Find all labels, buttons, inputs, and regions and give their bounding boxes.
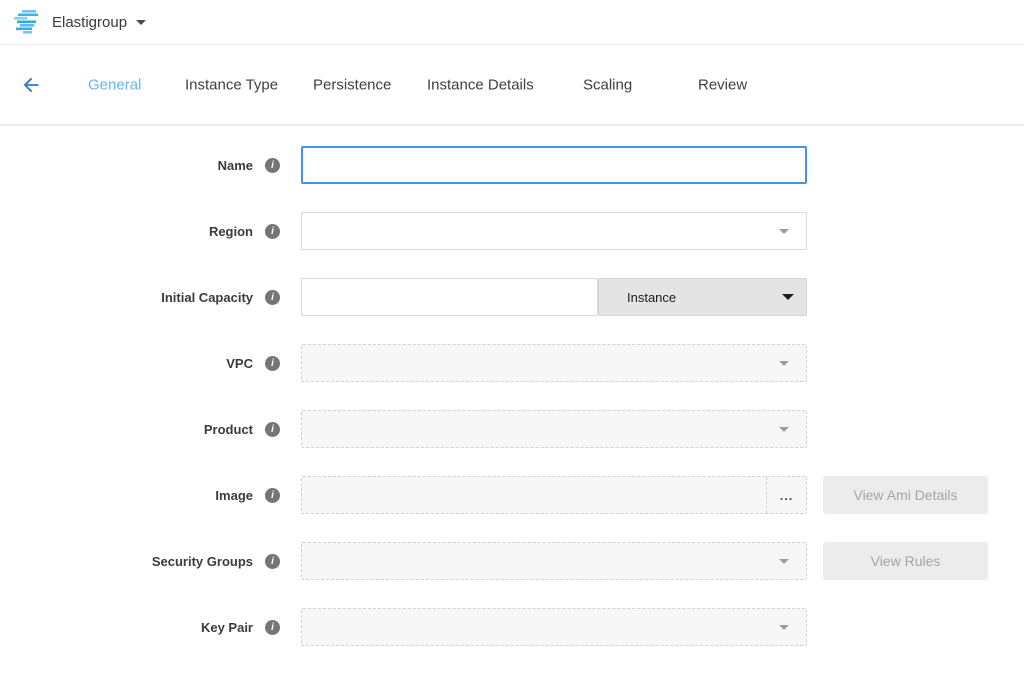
info-icon[interactable]: i xyxy=(265,620,280,635)
security-groups-select-disabled xyxy=(301,542,807,580)
elastigroup-logo-icon xyxy=(14,9,42,35)
info-glyph: i xyxy=(271,358,274,369)
form-row-product: Product i xyxy=(0,410,1024,448)
info-icon[interactable]: i xyxy=(265,356,280,371)
capacity-unit-select[interactable]: Instance xyxy=(598,278,807,316)
wizard-tab-bar: General Instance Type Persistence Instan… xyxy=(0,45,1024,126)
image-label: Image xyxy=(0,488,253,503)
info-glyph: i xyxy=(271,226,274,237)
form-row-key-pair: Key Pair i xyxy=(0,608,1024,646)
view-rules-button: View Rules xyxy=(823,542,988,580)
info-icon[interactable]: i xyxy=(265,290,280,305)
product-select-disabled xyxy=(301,410,807,448)
info-icon[interactable]: i xyxy=(265,158,280,173)
form-row-name: Name i xyxy=(0,146,1024,184)
form-row-vpc: VPC i xyxy=(0,344,1024,382)
tab-instance-details[interactable]: Instance Details xyxy=(427,76,534,93)
app-title: Elastigroup xyxy=(52,14,127,31)
region-label: Region xyxy=(0,224,253,239)
info-icon[interactable]: i xyxy=(265,554,280,569)
vpc-label: VPC xyxy=(0,356,253,371)
tab-persistence[interactable]: Persistence xyxy=(313,76,391,93)
info-glyph: i xyxy=(271,160,274,171)
info-icon[interactable]: i xyxy=(265,422,280,437)
name-label: Name xyxy=(0,158,253,173)
tab-general[interactable]: General xyxy=(88,76,141,93)
chevron-down-icon xyxy=(136,20,146,25)
image-value xyxy=(302,477,766,513)
chevron-down-icon xyxy=(779,229,789,234)
tab-instance-type[interactable]: Instance Type xyxy=(185,76,278,93)
name-input[interactable] xyxy=(301,146,807,184)
info-icon[interactable]: i xyxy=(265,224,280,239)
back-arrow-button[interactable] xyxy=(20,74,42,96)
info-icon[interactable]: i xyxy=(265,488,280,503)
form-row-image: Image i ... View Ami Details xyxy=(0,476,1024,514)
key-pair-select-disabled xyxy=(301,608,807,646)
info-glyph: i xyxy=(271,292,274,303)
key-pair-label: Key Pair xyxy=(0,620,253,635)
info-glyph: i xyxy=(271,556,274,567)
general-settings-form: Name i Region i Initial Capacity i Insta… xyxy=(0,126,1024,646)
app-switcher-menu[interactable]: Elastigroup xyxy=(14,9,146,35)
chevron-down-icon xyxy=(779,625,789,630)
initial-capacity-label: Initial Capacity xyxy=(0,290,253,305)
capacity-unit-value: Instance xyxy=(627,290,676,305)
chevron-down-icon xyxy=(779,427,789,432)
chevron-down-icon xyxy=(779,361,789,366)
form-row-security-groups: Security Groups i View Rules xyxy=(0,542,1024,580)
top-app-bar: Elastigroup xyxy=(0,0,1024,45)
security-groups-label: Security Groups xyxy=(0,554,253,569)
form-row-region: Region i xyxy=(0,212,1024,250)
info-glyph: i xyxy=(271,424,274,435)
region-select[interactable] xyxy=(301,212,807,250)
tab-scaling[interactable]: Scaling xyxy=(583,76,632,93)
browse-ellipsis-button: ... xyxy=(766,477,806,513)
view-ami-details-button: View Ami Details xyxy=(823,476,988,514)
form-row-initial-capacity: Initial Capacity i Instance xyxy=(0,278,1024,316)
vpc-select-disabled xyxy=(301,344,807,382)
info-glyph: i xyxy=(271,622,274,633)
image-input-disabled: ... xyxy=(301,476,807,514)
initial-capacity-input[interactable] xyxy=(301,278,598,316)
product-label: Product xyxy=(0,422,253,437)
info-glyph: i xyxy=(271,490,274,501)
chevron-down-icon xyxy=(782,294,794,300)
chevron-down-icon xyxy=(779,559,789,564)
tab-review[interactable]: Review xyxy=(698,76,747,93)
